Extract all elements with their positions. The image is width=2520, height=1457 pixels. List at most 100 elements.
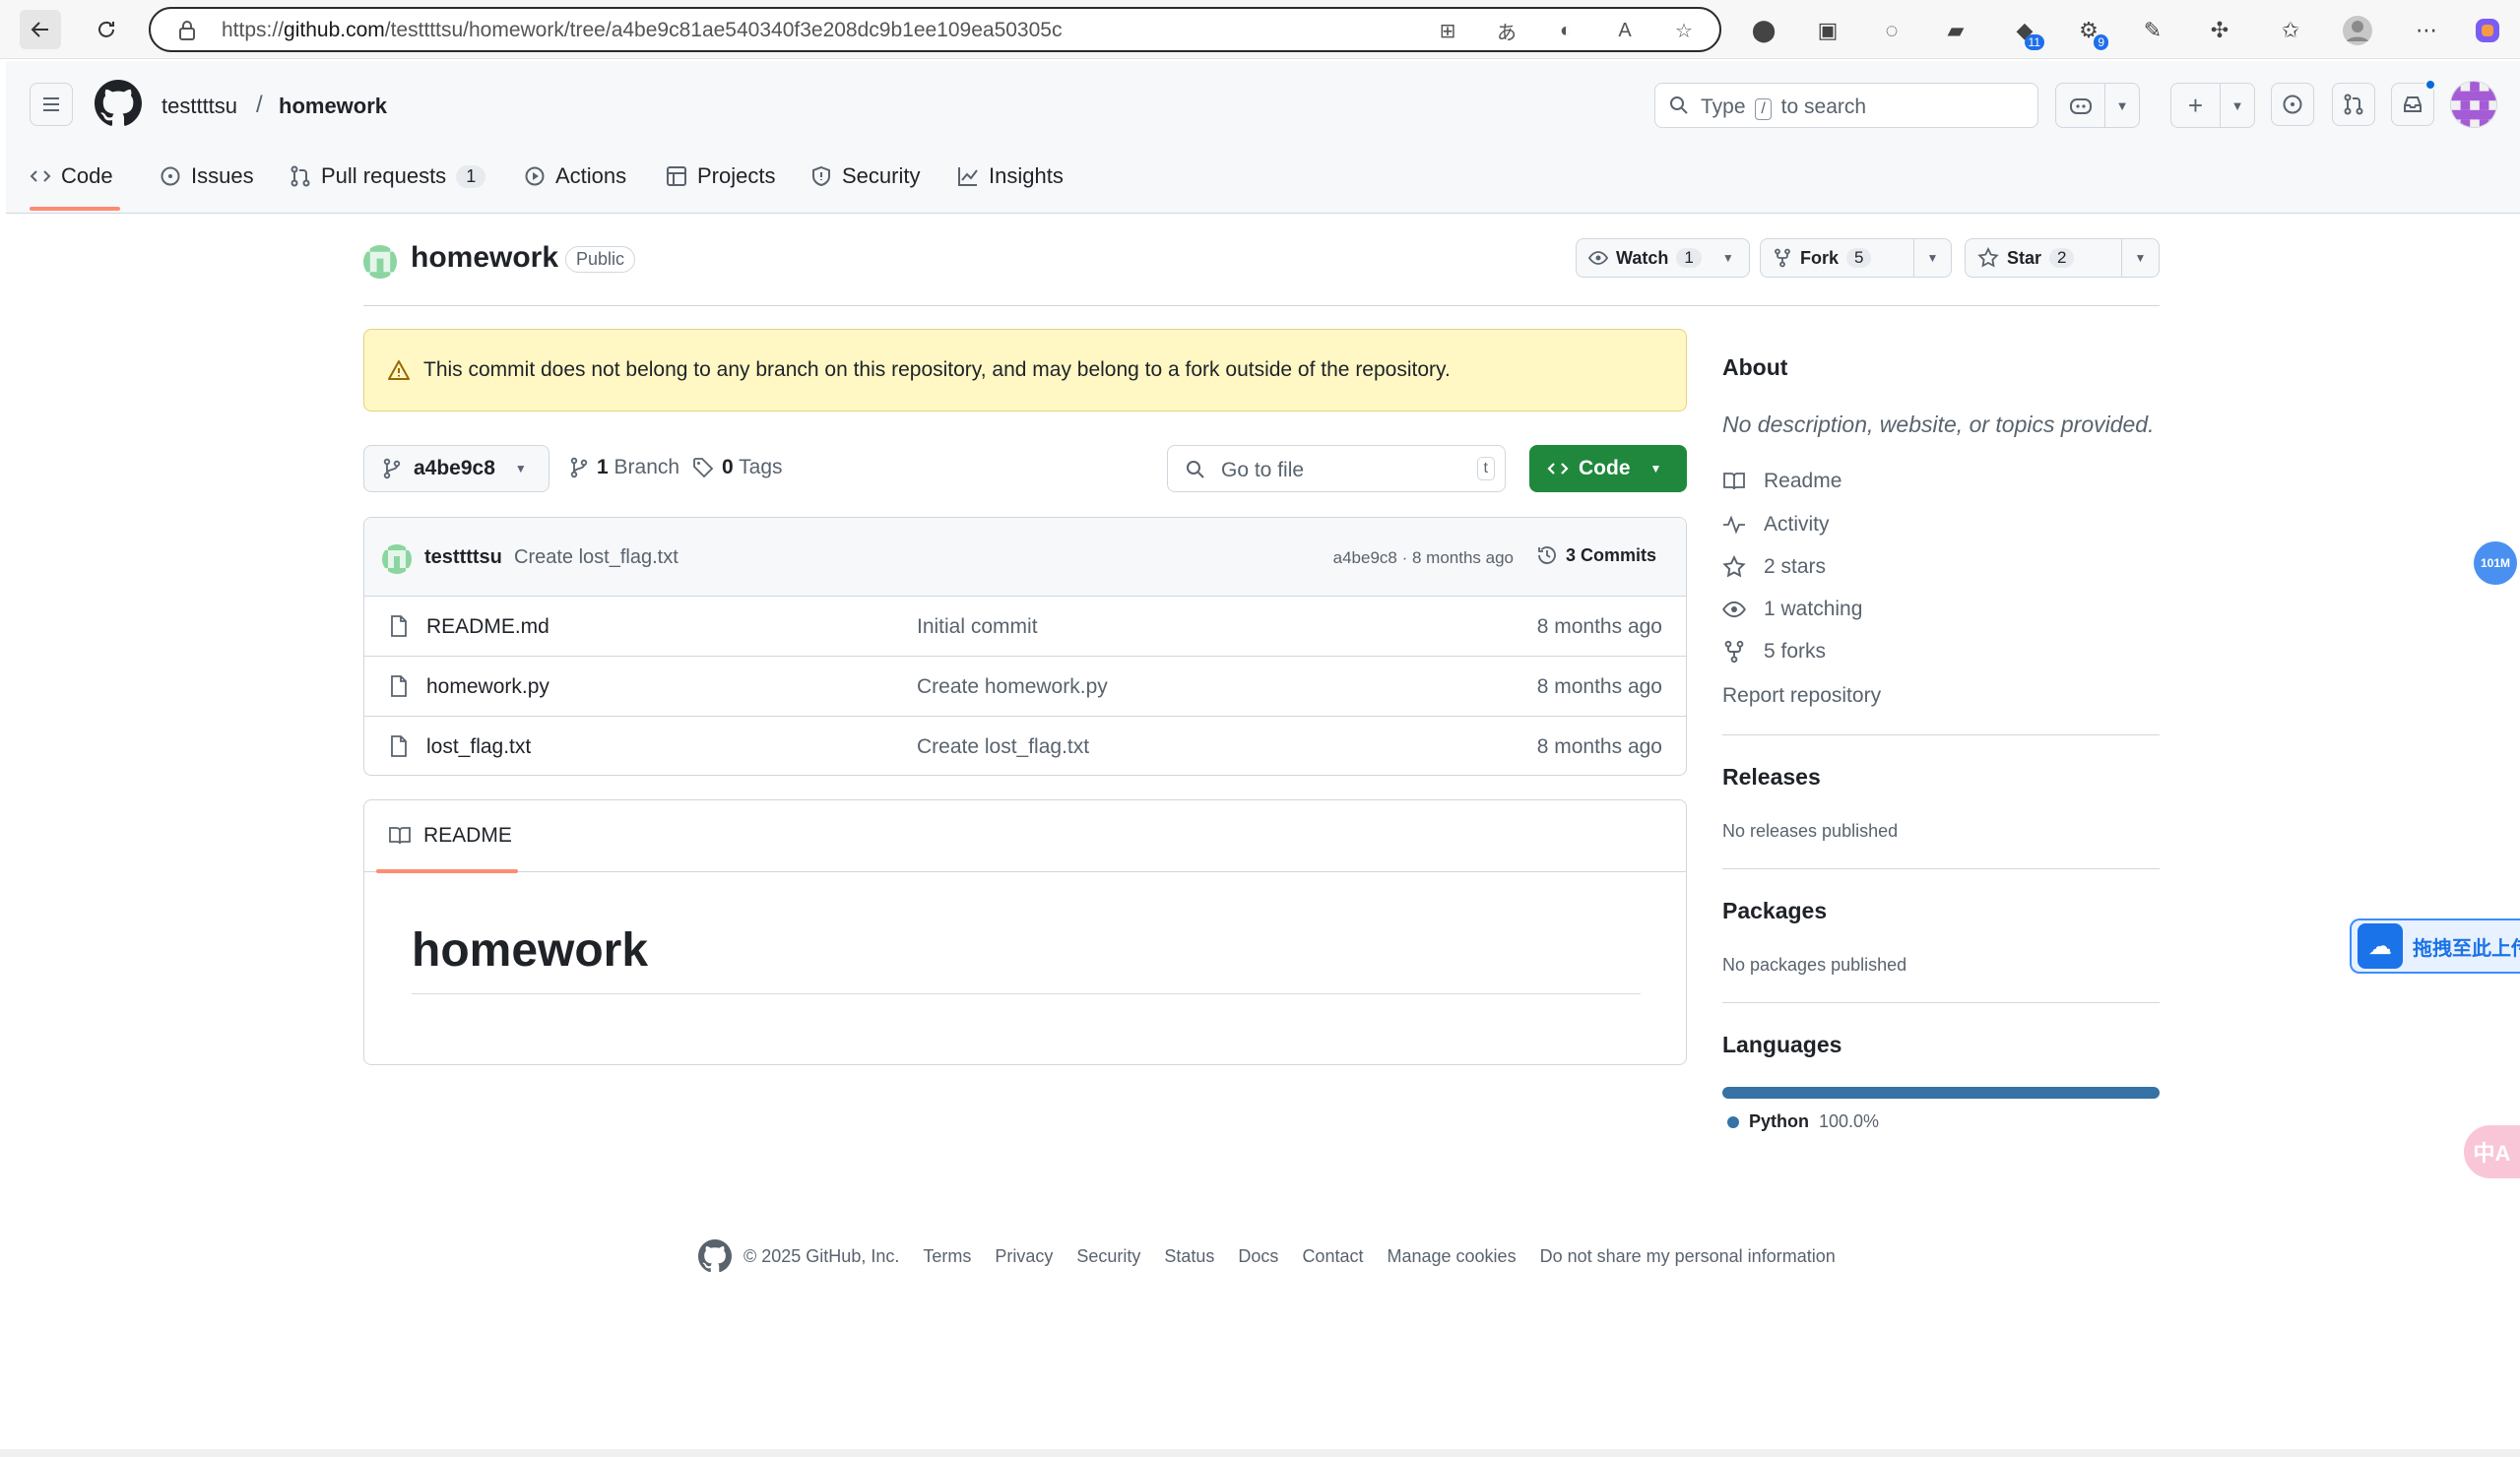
sidebar-item-readme[interactable]: Readme (1722, 467, 1842, 496)
tab-projects[interactable]: Projects (666, 155, 775, 198)
footer-link-contact[interactable]: Contact (1302, 1246, 1363, 1267)
footer-link-manage-cookies[interactable]: Manage cookies (1387, 1246, 1516, 1267)
create-new-button[interactable]: + ▼ (2170, 83, 2255, 128)
extension-chat-icon[interactable]: ◌ (1876, 15, 1907, 46)
tags-link[interactable]: 0 Tags (692, 456, 783, 479)
copilot-sidebar-icon[interactable] (2472, 15, 2503, 46)
github-mark-icon[interactable] (698, 1239, 732, 1273)
sidebar-item-forks[interactable]: 5 forks (1722, 637, 1826, 666)
repo-title[interactable]: homework (411, 241, 558, 275)
watch-button[interactable]: Watch 1 ▼ (1576, 238, 1750, 278)
breadcrumb-owner[interactable]: testtttsu (162, 94, 237, 119)
header-issues-button[interactable] (2271, 83, 2314, 126)
extension-pencil-icon[interactable]: ✎ (2137, 15, 2168, 46)
extension-hat-icon[interactable]: ◆ 11 (2009, 15, 2044, 50)
star-dropdown-caret-icon[interactable]: ▼ (2121, 239, 2159, 277)
header-pull-requests-button[interactable] (2332, 83, 2375, 126)
fork-main[interactable]: Fork 5 (1761, 239, 1913, 277)
table-icon (667, 166, 686, 186)
commit-author[interactable]: testtttsu (424, 546, 502, 569)
menu-button[interactable] (30, 83, 73, 126)
tab-issues[interactable]: Issues (160, 155, 254, 198)
go-to-file-input[interactable]: Go to file t (1167, 445, 1506, 492)
extension-record-icon[interactable]: ⬤ (1748, 15, 1779, 46)
breadcrumb-repo[interactable]: homework (279, 94, 387, 119)
sidebar-item-stars[interactable]: 2 stars (1722, 552, 1826, 582)
address-bar[interactable]: https://github.com/testtttsu/homework/tr… (149, 7, 1721, 52)
tab-insights[interactable]: Insights (957, 155, 1064, 198)
file-commit-message[interactable]: Initial commit (917, 615, 1038, 639)
star-button[interactable]: Star 2 ▼ (1965, 238, 2160, 278)
github-logo-icon[interactable] (95, 80, 142, 127)
read-aloud-icon[interactable]: A (1613, 19, 1637, 42)
footer-link-security[interactable]: Security (1076, 1246, 1140, 1267)
file-name[interactable]: lost_flag.txt (426, 735, 531, 759)
watch-dropdown-caret-icon[interactable]: ▼ (1713, 239, 1743, 277)
profile-icon[interactable] (2342, 15, 2373, 46)
copilot-icon[interactable] (2056, 84, 2105, 127)
code-download-button[interactable]: Code ▼ (1529, 445, 1687, 492)
commit-author-avatar[interactable] (382, 544, 412, 574)
star-main[interactable]: Star 2 (1966, 239, 2121, 277)
extension-copilot-icon[interactable]: ▣ (1812, 15, 1843, 46)
copilot-dropdown-caret-icon[interactable]: ▼ (2105, 84, 2139, 127)
watch-main[interactable]: Watch 1 (1577, 239, 1713, 277)
sidebar-item-label: 2 stars (1764, 555, 1827, 578)
branches-link[interactable]: 1 Branch (569, 456, 679, 479)
reload-button[interactable] (86, 10, 127, 49)
drag-upload-widget[interactable]: ☁ 拖拽至此上传 (2350, 919, 2520, 974)
sidebar-item-watching[interactable]: 1 watching (1722, 595, 1862, 624)
packages-heading[interactable]: Packages (1722, 898, 1827, 924)
app-available-icon[interactable]: ⊞ (1436, 19, 1459, 42)
file-commit-message[interactable]: Create lost_flag.txt (917, 735, 1089, 759)
fork-dropdown-caret-icon[interactable]: ▼ (1913, 239, 1951, 277)
commits-history-link[interactable]: 3 Commits (1536, 544, 1656, 566)
more-menu-icon[interactable]: ⋯ (2411, 15, 2442, 46)
language-item[interactable]: Python 100.0% (1727, 1111, 1879, 1132)
table-row[interactable]: homework.py Create homework.py 8 months … (364, 657, 1686, 717)
footer-link-terms[interactable]: Terms (923, 1246, 971, 1267)
site-info-icon[interactable] (176, 19, 198, 42)
history-icon (1538, 546, 1556, 564)
file-commit-message[interactable]: Create homework.py (917, 675, 1108, 699)
tab-security[interactable]: Security (810, 155, 920, 198)
extension-folder-icon[interactable]: ▰ (1940, 15, 1971, 46)
back-button[interactable] (20, 10, 61, 49)
repo-owner-avatar[interactable] (363, 245, 397, 279)
translate-page-icon[interactable]: あ (1495, 19, 1518, 44)
url-host: github.com (284, 19, 385, 41)
readme-tab[interactable]: README (388, 824, 512, 848)
tab-code[interactable]: Code (30, 155, 113, 198)
user-avatar[interactable] (2450, 81, 2497, 128)
commit-meta[interactable]: a4be9c8 · 8 months ago (1333, 548, 1514, 568)
file-name[interactable]: README.md (426, 615, 549, 639)
favorites-icon[interactable]: ✩ (2275, 15, 2306, 46)
footer-link-privacy[interactable]: Privacy (995, 1246, 1053, 1267)
tab-actions[interactable]: Actions (524, 155, 626, 198)
footer-link-status[interactable]: Status (1164, 1246, 1214, 1267)
sidebar-item-activity[interactable]: Activity (1722, 510, 1830, 539)
create-dropdown-caret-icon[interactable]: ▼ (2221, 84, 2254, 127)
plus-icon[interactable]: + (2171, 84, 2221, 127)
footer-link-do-not-share[interactable]: Do not share my personal information (1540, 1246, 1836, 1267)
branch-selector[interactable]: a4be9c8 ▼ (363, 445, 549, 492)
favorite-star-icon[interactable]: ☆ (1672, 19, 1696, 42)
tab-pull-requests[interactable]: Pull requests 1 (290, 155, 486, 198)
translate-widget[interactable]: 中A (2464, 1125, 2520, 1178)
file-name[interactable]: homework.py (426, 675, 549, 699)
edge-refresh-icon[interactable]: ◐ (1554, 19, 1578, 42)
table-row[interactable]: README.md Initial commit 8 months ago (364, 597, 1686, 657)
report-repository-link[interactable]: Report repository (1722, 681, 1881, 711)
table-row[interactable]: lost_flag.txt Create lost_flag.txt 8 mon… (364, 717, 1686, 775)
copilot-button[interactable]: ▼ (2055, 83, 2140, 128)
commit-message[interactable]: Create lost_flag.txt (514, 546, 678, 569)
footer-link-docs[interactable]: Docs (1238, 1246, 1278, 1267)
star-icon (1977, 247, 1999, 268)
extension-tools-icon[interactable]: ⚙ 9 (2073, 15, 2108, 50)
fork-button[interactable]: Fork 5 ▼ (1760, 238, 1952, 278)
extensions-puzzle-icon[interactable]: ✣ (2204, 15, 2235, 46)
releases-heading[interactable]: Releases (1722, 764, 1821, 791)
search-input[interactable]: Type / to search (1654, 83, 2038, 128)
url-text[interactable]: https://github.com/testtttsu/homework/tr… (222, 19, 1062, 42)
memory-meter-widget[interactable]: 101M (2474, 541, 2517, 585)
